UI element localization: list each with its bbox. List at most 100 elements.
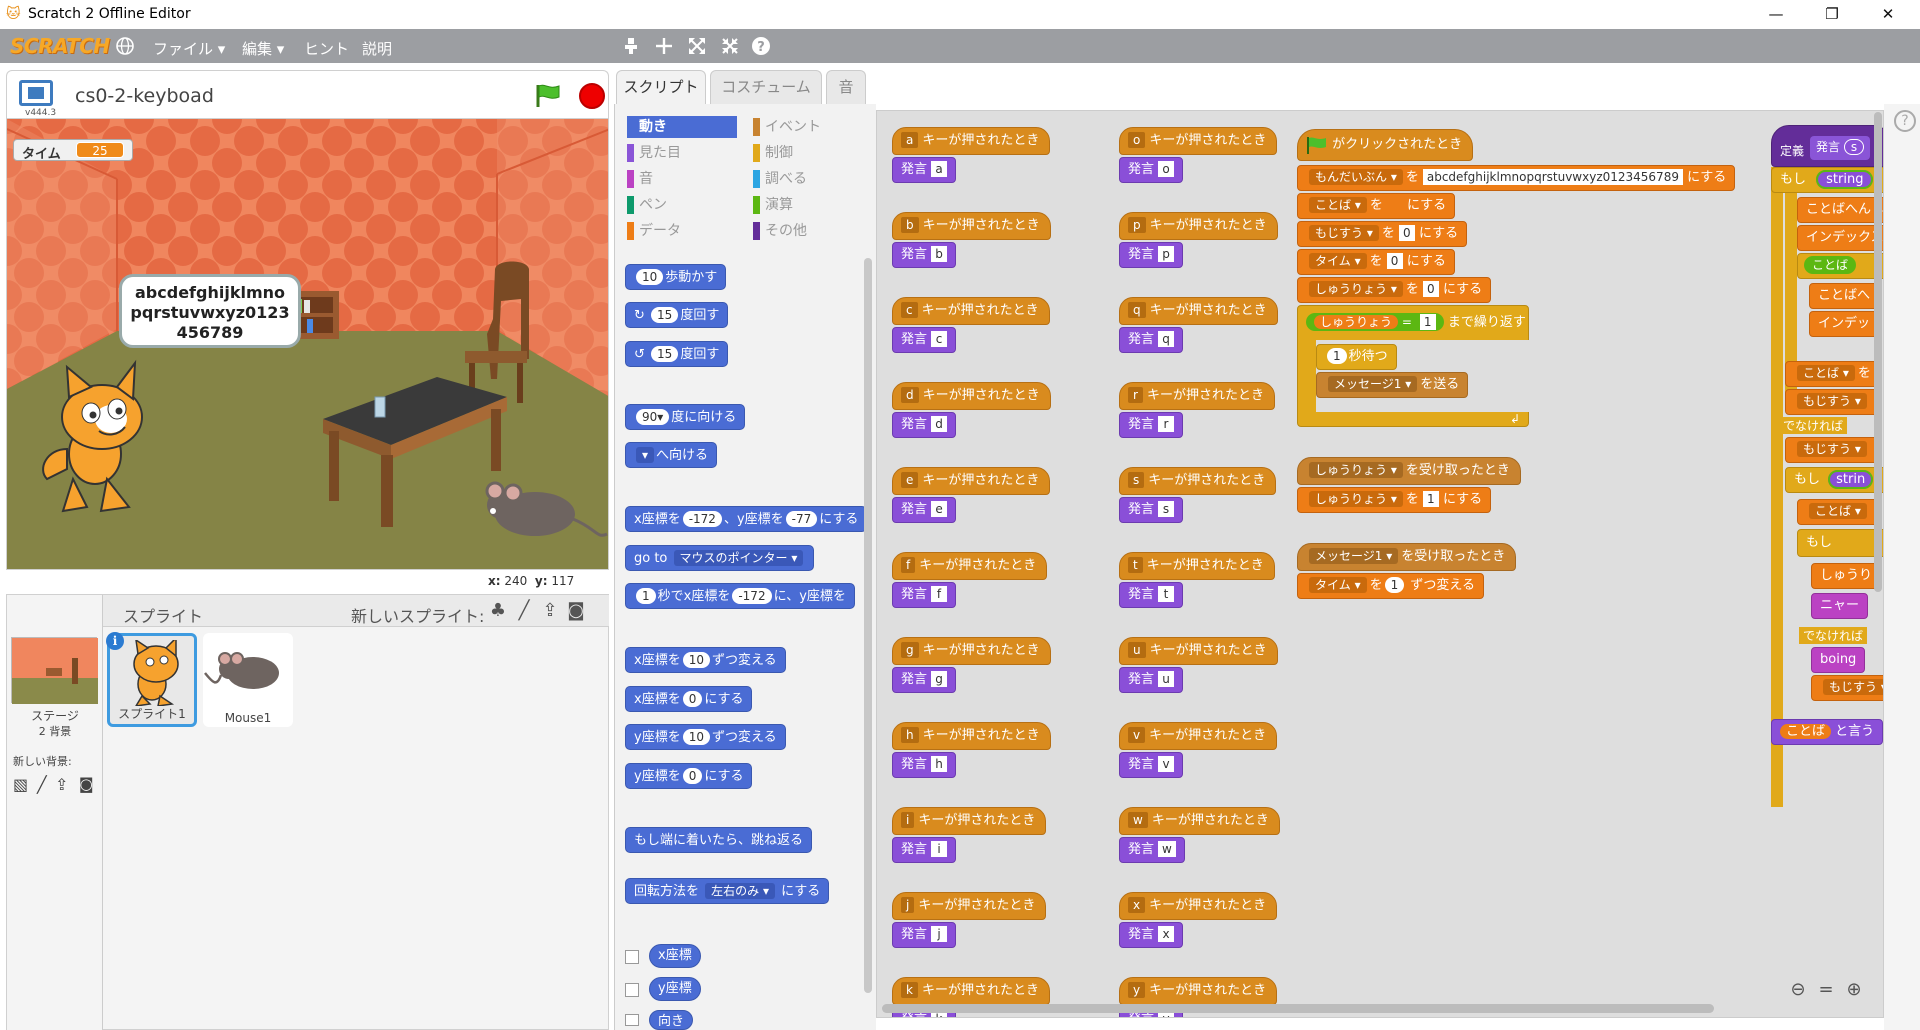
- green-flag-icon[interactable]: [535, 83, 561, 107]
- say-block[interactable]: 発言 a: [892, 157, 957, 183]
- category-pen[interactable]: ペン: [627, 194, 737, 216]
- key-press-hat-block[interactable]: g キーが押されたとき: [892, 637, 1051, 665]
- key-press-hat-block[interactable]: i キーが押されたとき: [892, 807, 1047, 835]
- change-x-block[interactable]: x座標を 10 ずつ変える: [625, 647, 786, 673]
- point-towards-block[interactable]: ▾ へ向ける: [625, 442, 718, 468]
- repeat-until-block[interactable]: しゅうりょう = 1 まで繰り返す 1 秒待つ メッセージ1 ▾ を送る ↲: [1297, 305, 1529, 427]
- menu-tips[interactable]: ヒント: [304, 38, 349, 59]
- say-block[interactable]: 発言 x: [1119, 922, 1184, 948]
- cut-icon[interactable]: [653, 36, 675, 56]
- say-block[interactable]: 発言 q: [1119, 327, 1184, 353]
- help-icon[interactable]: ?: [1894, 110, 1916, 132]
- say-block[interactable]: 発言 d: [892, 412, 957, 438]
- zoom-reset-icon[interactable]: =: [1814, 978, 1838, 1002]
- say-block[interactable]: 発言 o: [1119, 157, 1184, 183]
- key-dropdown[interactable]: k: [901, 982, 918, 998]
- sprite-tile-sprite1[interactable]: i スプライト1: [106, 632, 197, 727]
- say-block[interactable]: 発言 w: [1119, 837, 1185, 863]
- set-var-block[interactable]: もんだいぶん ▾ を abcdefghijklmnopqrstuvwxyz01234…: [1297, 165, 1736, 191]
- duplicate-icon[interactable]: [620, 36, 642, 56]
- change-var-block[interactable]: もじすう ▾: [1785, 437, 1879, 463]
- key-press-hat-block[interactable]: e キーが押されたとき: [892, 467, 1051, 495]
- minimize-button[interactable]: —: [1748, 0, 1804, 29]
- key-press-hat-block[interactable]: c キーが押されたとき: [892, 297, 1050, 325]
- scripts-vertical-scrollbar[interactable]: [1874, 112, 1882, 592]
- when-receive-hat[interactable]: しゅうりょう ▾ を受け取ったとき: [1297, 457, 1521, 485]
- key-dropdown[interactable]: c: [901, 302, 918, 318]
- key-press-hat-block[interactable]: d キーが押されたとき: [892, 382, 1051, 410]
- key-dropdown[interactable]: j: [901, 897, 915, 913]
- key-dropdown[interactable]: q: [1128, 302, 1146, 318]
- direction-checkbox[interactable]: [625, 1014, 639, 1026]
- key-dropdown[interactable]: i: [901, 812, 915, 828]
- tab-costumes[interactable]: コスチューム: [710, 70, 822, 104]
- stage-thumbnail[interactable]: [11, 637, 98, 704]
- set-var-block[interactable]: しゅうりょう ▾ を 1 にする: [1297, 487, 1492, 513]
- key-dropdown[interactable]: b: [901, 217, 919, 233]
- tab-scripts[interactable]: スクリプト: [616, 70, 706, 106]
- point-direction-block[interactable]: 90▾ 度に向ける: [625, 404, 746, 430]
- stage[interactable]: タイム 25 abcdefghijklmnopqrstuvwxyz0123456…: [6, 118, 609, 570]
- key-press-hat-block[interactable]: p キーが押されたとき: [1119, 212, 1278, 240]
- key-dropdown[interactable]: r: [1128, 387, 1143, 403]
- set-x-block[interactable]: x座標を 0 にする: [625, 686, 753, 712]
- palette-scrollbar[interactable]: [864, 258, 872, 993]
- scratch-logo[interactable]: SCRATCH: [10, 34, 110, 58]
- change-var-block[interactable]: タイム ▾ を 1 ずつ変える: [1297, 573, 1485, 599]
- category-operators[interactable]: 演算: [753, 194, 863, 216]
- key-press-hat-block[interactable]: y キーが押されたとき: [1119, 977, 1278, 1005]
- if-block[interactable]: もし strin: [1785, 467, 1883, 493]
- wait-block[interactable]: 1 秒待つ: [1316, 344, 1397, 370]
- menu-edit[interactable]: 編集 ▾: [242, 38, 284, 59]
- key-press-hat-block[interactable]: h キーが押されたとき: [892, 722, 1051, 750]
- stop-icon[interactable]: [579, 83, 605, 109]
- set-var-block[interactable]: ことば ▾ を にする: [1297, 193, 1456, 219]
- key-press-hat-block[interactable]: s キーが押されたとき: [1119, 467, 1277, 495]
- equals-condition[interactable]: しゅうりょう = 1: [1306, 313, 1444, 331]
- key-dropdown[interactable]: v: [1128, 727, 1146, 743]
- bounce-block[interactable]: もし端に着いたら、跳ね返る: [625, 827, 813, 853]
- broadcast-block[interactable]: メッセージ1 ▾ を送る: [1316, 372, 1469, 398]
- upload-icon[interactable]: ⇪: [55, 775, 68, 794]
- say-block[interactable]: 発言 s: [1119, 497, 1184, 523]
- say-block[interactable]: 発言 h: [892, 752, 957, 778]
- menu-about[interactable]: 説明: [362, 38, 392, 59]
- brush-icon[interactable]: ╱: [37, 775, 47, 794]
- timer-monitor[interactable]: タイム 25: [13, 139, 133, 162]
- menu-file[interactable]: ファイル ▾: [153, 38, 225, 59]
- script-area[interactable]: a キーが押されたとき 発言 a b キーが押されたとき 発言 b c キーが押されたとき 発言 c d…: [876, 110, 1884, 1018]
- play-sound-block[interactable]: boing: [1811, 647, 1866, 673]
- change-var-block[interactable]: もじすう ▾: [1811, 675, 1883, 701]
- key-press-hat-block[interactable]: q キーが押されたとき: [1119, 297, 1278, 325]
- restore-button[interactable]: ❐: [1804, 0, 1860, 29]
- help-icon[interactable]: ?: [750, 36, 772, 56]
- category-more[interactable]: その他: [753, 220, 863, 242]
- say-block[interactable]: 発言 b: [892, 242, 957, 268]
- x-position-reporter[interactable]: x座標: [649, 944, 701, 968]
- say-block[interactable]: 発言 u: [1119, 667, 1184, 693]
- key-dropdown[interactable]: f: [901, 557, 916, 573]
- category-data[interactable]: データ: [627, 220, 737, 242]
- category-control[interactable]: 制御: [753, 142, 863, 164]
- say-block[interactable]: 発言 f: [892, 582, 957, 608]
- say-block[interactable]: 発言 g: [892, 667, 957, 693]
- flag-hat-block[interactable]: がクリックされたとき: [1297, 129, 1474, 161]
- sprite-tile-mouse1[interactable]: Mouse1: [203, 633, 293, 727]
- key-dropdown[interactable]: h: [901, 727, 919, 743]
- if-block[interactable]: ことば: [1797, 253, 1883, 279]
- x-position-checkbox[interactable]: [625, 950, 639, 964]
- tab-sounds[interactable]: 音: [826, 70, 866, 104]
- key-dropdown[interactable]: w: [1128, 812, 1148, 828]
- key-dropdown[interactable]: e: [901, 472, 919, 488]
- change-y-block[interactable]: y座標を 10 ずつ変える: [625, 724, 786, 750]
- sprite-library-icon[interactable]: ♣: [487, 600, 509, 622]
- key-dropdown[interactable]: t: [1128, 557, 1143, 573]
- direction-reporter[interactable]: 向き: [649, 1010, 694, 1030]
- y-position-reporter[interactable]: y座標: [649, 977, 701, 1001]
- key-dropdown[interactable]: a: [901, 132, 919, 148]
- set-var-block[interactable]: ことば ▾ を: [1785, 361, 1880, 387]
- rotation-style-block[interactable]: 回転方法を 左右のみ ▾ にする: [625, 878, 830, 904]
- close-button[interactable]: ✕: [1860, 0, 1916, 29]
- key-press-hat-block[interactable]: v キーが押されたとき: [1119, 722, 1278, 750]
- key-press-hat-block[interactable]: f キーが押されたとき: [892, 552, 1048, 580]
